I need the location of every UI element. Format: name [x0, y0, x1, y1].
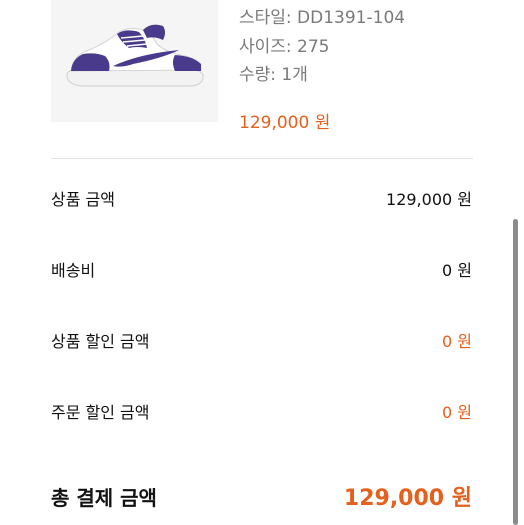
shipping-value: 0 원 — [442, 261, 472, 280]
sneaker-icon — [66, 24, 204, 87]
product-style: 스타일: DD1391-104 — [239, 8, 406, 28]
section-divider — [51, 158, 473, 159]
subtotal-row: 상품 금액 129,000 원 — [51, 183, 472, 213]
total-row: 총 결제 금액 129,000 원 — [51, 478, 472, 514]
shipping-row: 배송비 0 원 — [51, 254, 472, 284]
product-quantity: 수량: 1개 — [239, 65, 308, 85]
shipping-label: 배송비 — [51, 261, 96, 280]
total-label: 총 결제 금액 — [51, 485, 157, 510]
subtotal-value: 129,000 원 — [386, 190, 472, 209]
subtotal-label: 상품 금액 — [51, 190, 115, 209]
product-price: 129,000 원 — [239, 113, 331, 133]
product-discount-label: 상품 할인 금액 — [51, 332, 150, 351]
total-value: 129,000 원 — [343, 486, 472, 511]
scrollbar[interactable] — [513, 219, 518, 525]
product-image[interactable] — [51, 0, 218, 122]
order-summary-screen: 스타일: DD1391-104 사이즈: 275 수량: 1개 129,000 … — [0, 0, 524, 525]
order-discount-label: 주문 할인 금액 — [51, 403, 150, 422]
order-discount-value: 0 원 — [442, 403, 472, 422]
order-discount-row: 주문 할인 금액 0 원 — [51, 396, 472, 426]
product-size: 사이즈: 275 — [239, 37, 330, 57]
product-discount-value: 0 원 — [442, 332, 472, 351]
product-discount-row: 상품 할인 금액 0 원 — [51, 325, 472, 355]
